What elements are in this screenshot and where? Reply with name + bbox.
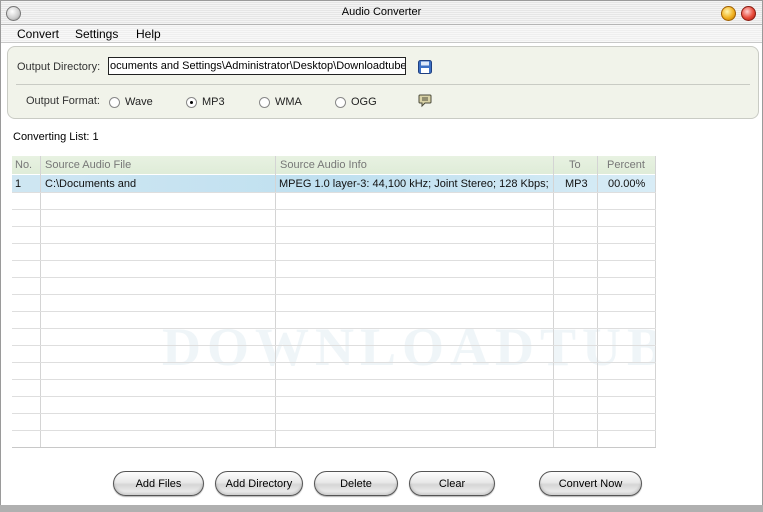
radio-button-checked[interactable] <box>186 96 197 108</box>
cell-percent: 00.00% <box>608 178 646 190</box>
cell-to: MP3 <box>565 178 588 190</box>
output-format-label: Output Format: <box>26 95 100 107</box>
floppy-disk-icon[interactable] <box>418 60 432 77</box>
row-divider <box>12 192 656 193</box>
row-divider <box>12 345 656 346</box>
clear-button[interactable]: Clear <box>409 471 495 496</box>
radio-label: MP3 <box>202 96 225 108</box>
row-divider <box>12 430 656 431</box>
row-divider <box>12 413 656 414</box>
menu-convert[interactable]: Convert <box>17 27 59 41</box>
watermark-text: DOWNLOADTUBE <box>162 317 656 377</box>
row-divider <box>12 328 656 329</box>
title-bar[interactable]: Audio Converter <box>1 1 762 25</box>
row-divider <box>12 362 656 363</box>
row-divider <box>12 260 656 261</box>
delete-button[interactable]: Delete <box>314 471 398 496</box>
table-header: No. Source Audio File Source Audio Info … <box>12 156 656 174</box>
cell-source-file: C:\Documents and <box>45 178 137 190</box>
window-bottom-border <box>0 505 763 512</box>
minimize-button[interactable] <box>721 6 736 21</box>
cell-no: 1 <box>15 178 22 190</box>
close-button[interactable] <box>741 6 756 21</box>
column-header-to[interactable]: To <box>569 159 581 171</box>
output-directory-input[interactable]: ocuments and Settings\Administrator\Desk… <box>108 57 406 75</box>
row-divider <box>12 396 656 397</box>
speech-bubble-icon[interactable] <box>418 94 432 111</box>
format-radio-wma[interactable]: WMA <box>259 96 302 108</box>
column-divider <box>655 156 656 447</box>
radio-button[interactable] <box>335 96 346 108</box>
row-divider <box>12 311 656 312</box>
converting-list-count: Converting List: 1 <box>13 131 99 143</box>
add-directory-button[interactable]: Add Directory <box>215 471 303 496</box>
window-title: Audio Converter <box>341 6 422 18</box>
radio-button[interactable] <box>259 96 270 108</box>
radio-label: Wave <box>125 96 153 108</box>
column-divider <box>553 156 554 447</box>
column-header-source-file[interactable]: Source Audio File <box>45 159 131 171</box>
menu-bar: Convert Settings Help <box>1 25 762 43</box>
format-radio-mp3[interactable]: MP3 <box>186 96 225 108</box>
column-header-percent[interactable]: Percent <box>607 159 645 171</box>
converting-list-table[interactable]: No. Source Audio File Source Audio Info … <box>12 156 656 448</box>
row-divider <box>12 209 656 210</box>
column-header-source-info[interactable]: Source Audio Info <box>280 159 367 171</box>
output-settings-panel: Output Directory: ocuments and Settings\… <box>7 46 759 119</box>
menu-help[interactable]: Help <box>136 27 161 41</box>
row-divider <box>12 379 656 380</box>
row-divider <box>12 226 656 227</box>
column-divider <box>40 156 41 447</box>
row-divider <box>12 277 656 278</box>
format-radio-ogg[interactable]: OGG <box>335 96 377 108</box>
radio-label: OGG <box>351 96 377 108</box>
radio-button[interactable] <box>109 96 120 108</box>
row-divider <box>12 294 656 295</box>
format-radio-wave[interactable]: Wave <box>109 96 153 108</box>
convert-now-button[interactable]: Convert Now <box>539 471 642 496</box>
table-row[interactable]: 1 C:\Documents and MPEG 1.0 layer-3: 44,… <box>12 175 656 192</box>
cell-source-info: MPEG 1.0 layer-3: 44,100 kHz; Joint Ster… <box>279 178 549 190</box>
output-directory-label: Output Directory: <box>17 61 101 73</box>
add-files-button[interactable]: Add Files <box>113 471 204 496</box>
menu-settings[interactable]: Settings <box>75 27 118 41</box>
column-divider <box>597 156 598 447</box>
radio-label: WMA <box>275 96 302 108</box>
column-divider <box>275 156 276 447</box>
column-header-no[interactable]: No. <box>15 159 32 171</box>
row-divider <box>12 243 656 244</box>
app-window: Audio Converter Convert Settings Help Ou… <box>0 0 763 512</box>
panel-divider <box>16 84 750 85</box>
